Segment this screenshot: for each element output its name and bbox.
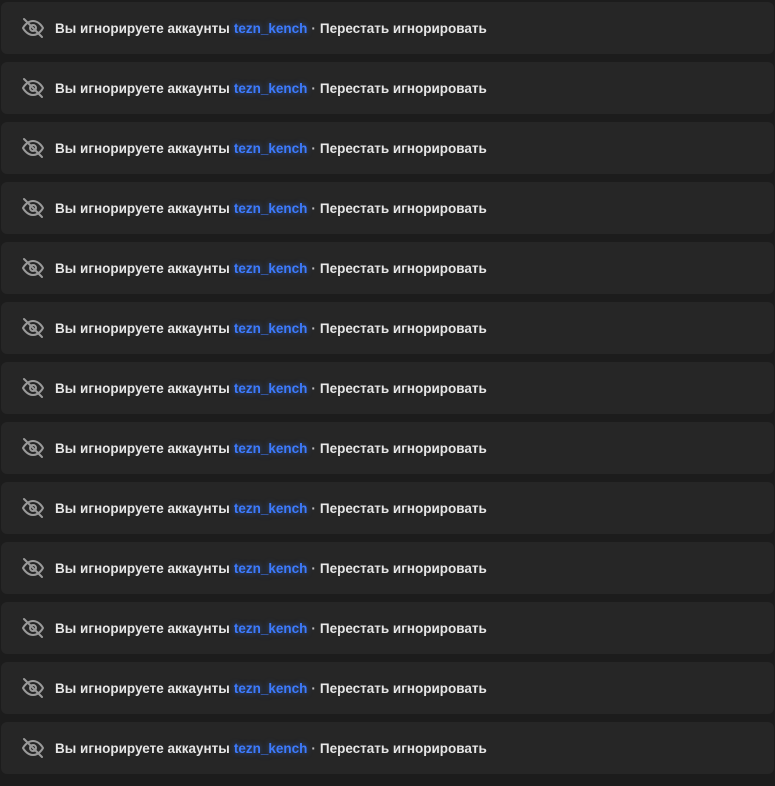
ignored-prefix-text: Вы игнорируете аккаунты bbox=[55, 140, 230, 156]
unignore-link[interactable]: Перестать игнорировать bbox=[320, 81, 487, 96]
ignored-prefix-text: Вы игнорируете аккаунты bbox=[55, 680, 230, 696]
ignored-username-link[interactable]: tezn_kench bbox=[234, 81, 308, 96]
unignore-link[interactable]: Перестать игнорировать bbox=[320, 561, 487, 576]
unignore-link[interactable]: Перестать игнорировать bbox=[320, 441, 487, 456]
ignored-notice: Вы игнорируете аккаунты tezn_kench · Пер… bbox=[1, 62, 774, 114]
ignored-username-link[interactable]: tezn_kench bbox=[234, 441, 308, 456]
ignored-notice: Вы игнорируете аккаунты tezn_kench · Пер… bbox=[1, 422, 774, 474]
ignored-notice: Вы игнорируете аккаунты tezn_kench · Пер… bbox=[1, 482, 774, 534]
separator-dot: · bbox=[311, 20, 316, 36]
unignore-link[interactable]: Перестать игнорировать bbox=[320, 21, 487, 36]
ignored-notice: Вы игнорируете аккаунты tezn_kench · Пер… bbox=[1, 362, 774, 414]
ignored-prefix-text: Вы игнорируете аккаунты bbox=[55, 320, 230, 336]
ignored-username-link[interactable]: tezn_kench bbox=[234, 201, 308, 216]
ignored-notice: Вы игнорируете аккаунты tezn_kench · Пер… bbox=[1, 542, 774, 594]
separator-dot: · bbox=[311, 200, 316, 216]
ignored-prefix-text: Вы игнорируете аккаунты bbox=[55, 80, 230, 96]
unignore-link[interactable]: Перестать игнорировать bbox=[320, 621, 487, 636]
ignored-prefix-text: Вы игнорируете аккаунты bbox=[55, 20, 230, 36]
ignored-prefix-text: Вы игнорируете аккаунты bbox=[55, 200, 230, 216]
ignored-notices-list: Вы игнорируете аккаунты tezn_kench · Пер… bbox=[0, 0, 775, 786]
eye-off-icon bbox=[20, 15, 46, 41]
ignored-username-link[interactable]: tezn_kench bbox=[234, 141, 308, 156]
ignored-prefix-text: Вы игнорируете аккаунты bbox=[55, 260, 230, 276]
eye-off-icon bbox=[20, 495, 46, 521]
separator-dot: · bbox=[311, 560, 316, 576]
separator-dot: · bbox=[311, 320, 316, 336]
eye-off-icon bbox=[20, 615, 46, 641]
separator-dot: · bbox=[311, 680, 316, 696]
separator-dot: · bbox=[311, 740, 316, 756]
eye-off-icon bbox=[20, 435, 46, 461]
unignore-link[interactable]: Перестать игнорировать bbox=[320, 141, 487, 156]
ignored-notice: Вы игнорируете аккаунты tezn_kench · Пер… bbox=[1, 302, 774, 354]
eye-off-icon bbox=[20, 75, 46, 101]
ignored-username-link[interactable]: tezn_kench bbox=[234, 381, 308, 396]
unignore-link[interactable]: Перестать игнорировать bbox=[320, 321, 487, 336]
ignored-notice: Вы игнорируете аккаунты tezn_kench · Пер… bbox=[1, 662, 774, 714]
separator-dot: · bbox=[311, 440, 316, 456]
separator-dot: · bbox=[311, 260, 316, 276]
ignored-username-link[interactable]: tezn_kench bbox=[234, 621, 308, 636]
eye-off-icon bbox=[20, 375, 46, 401]
ignored-notice: Вы игнорируете аккаунты tezn_kench · Пер… bbox=[1, 722, 774, 774]
eye-off-icon bbox=[20, 315, 46, 341]
ignored-prefix-text: Вы игнорируете аккаунты bbox=[55, 620, 230, 636]
separator-dot: · bbox=[311, 80, 316, 96]
eye-off-icon bbox=[20, 195, 46, 221]
ignored-notice: Вы игнорируете аккаунты tezn_kench · Пер… bbox=[1, 602, 774, 654]
ignored-username-link[interactable]: tezn_kench bbox=[234, 681, 308, 696]
ignored-username-link[interactable]: tezn_kench bbox=[234, 561, 308, 576]
eye-off-icon bbox=[20, 675, 46, 701]
unignore-link[interactable]: Перестать игнорировать bbox=[320, 261, 487, 276]
unignore-link[interactable]: Перестать игнорировать bbox=[320, 741, 487, 756]
ignored-username-link[interactable]: tezn_kench bbox=[234, 501, 308, 516]
ignored-prefix-text: Вы игнорируете аккаунты bbox=[55, 380, 230, 396]
ignored-notice: Вы игнорируете аккаунты tezn_kench · Пер… bbox=[1, 182, 774, 234]
ignored-prefix-text: Вы игнорируете аккаунты bbox=[55, 440, 230, 456]
separator-dot: · bbox=[311, 620, 316, 636]
unignore-link[interactable]: Перестать игнорировать bbox=[320, 381, 487, 396]
eye-off-icon bbox=[20, 255, 46, 281]
unignore-link[interactable]: Перестать игнорировать bbox=[320, 501, 487, 516]
separator-dot: · bbox=[311, 140, 316, 156]
eye-off-icon bbox=[20, 555, 46, 581]
ignored-prefix-text: Вы игнорируете аккаунты bbox=[55, 500, 230, 516]
ignored-username-link[interactable]: tezn_kench bbox=[234, 261, 308, 276]
separator-dot: · bbox=[311, 380, 316, 396]
ignored-notice: Вы игнорируете аккаунты tezn_kench · Пер… bbox=[1, 242, 774, 294]
separator-dot: · bbox=[311, 500, 316, 516]
ignored-prefix-text: Вы игнорируете аккаунты bbox=[55, 740, 230, 756]
ignored-username-link[interactable]: tezn_kench bbox=[234, 21, 308, 36]
ignored-notice: Вы игнорируете аккаунты tezn_kench · Пер… bbox=[1, 122, 774, 174]
eye-off-icon bbox=[20, 735, 46, 761]
eye-off-icon bbox=[20, 135, 46, 161]
ignored-username-link[interactable]: tezn_kench bbox=[234, 321, 308, 336]
ignored-prefix-text: Вы игнорируете аккаунты bbox=[55, 560, 230, 576]
unignore-link[interactable]: Перестать игнорировать bbox=[320, 201, 487, 216]
unignore-link[interactable]: Перестать игнорировать bbox=[320, 681, 487, 696]
ignored-notice: Вы игнорируете аккаунты tezn_kench · Пер… bbox=[1, 2, 774, 54]
ignored-username-link[interactable]: tezn_kench bbox=[234, 741, 308, 756]
